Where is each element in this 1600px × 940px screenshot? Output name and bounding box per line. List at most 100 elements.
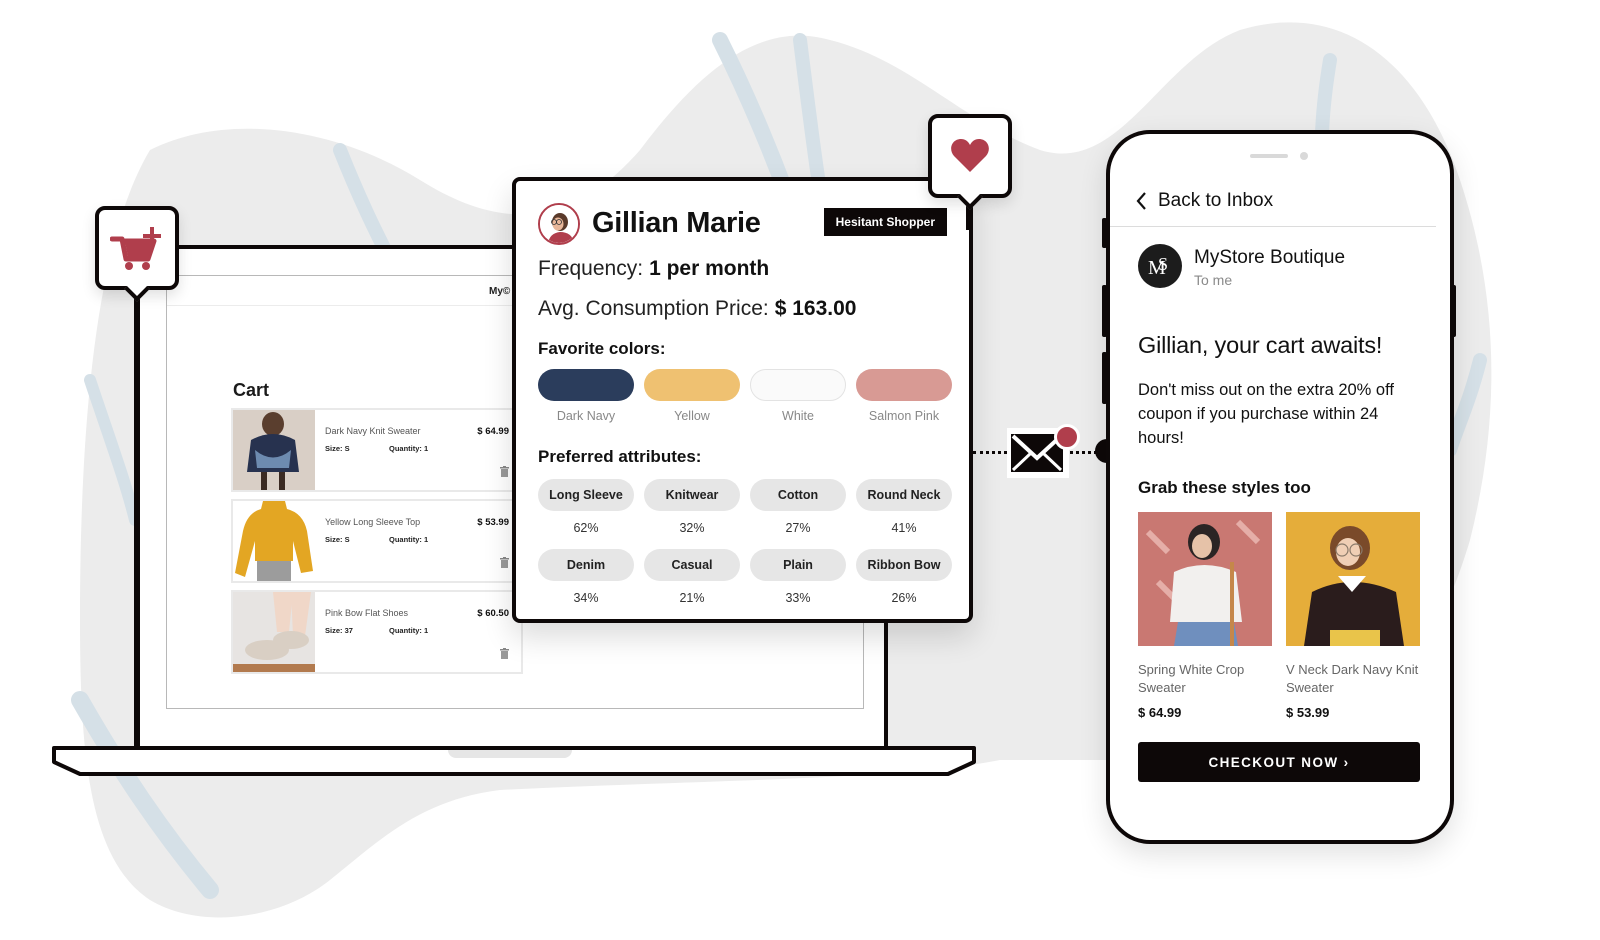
- product-price: $ 64.99: [1138, 705, 1182, 720]
- recommendations-title: Grab these styles too: [1138, 478, 1311, 497]
- attribute-chip: Plain: [750, 549, 846, 581]
- cart-list: Dark Navy Knit Sweater Size: S Quantity:…: [231, 408, 523, 681]
- phone-side-button: [1102, 285, 1107, 337]
- attribute-item: Knitwear 32%: [644, 479, 740, 535]
- trash-icon[interactable]: [500, 648, 509, 659]
- back-label: Back to Inbox: [1158, 190, 1274, 211]
- swatch-fill: [538, 369, 634, 401]
- divider: [1110, 226, 1436, 227]
- attribute-percent: 27%: [785, 521, 811, 535]
- yellow-top-photo: [233, 501, 315, 581]
- cart-item-name[interactable]: Dark Navy Knit Sweater: [325, 426, 421, 436]
- attribute-percent: 34%: [573, 591, 599, 605]
- cart-item-quantity: Quantity: 1: [389, 626, 429, 635]
- frequency-stat: Frequency: 1 per month: [538, 257, 769, 281]
- avg-price-value: $ 163.00: [774, 297, 857, 320]
- frequency-value: 1 per month: [649, 257, 770, 280]
- cart-item: Pink Bow Flat Shoes Size: 37 Quantity: 1…: [231, 590, 523, 674]
- color-swatch-white: White: [750, 369, 846, 423]
- phone-camera: [1300, 152, 1308, 160]
- color-swatch-salmon-pink: Salmon Pink: [856, 369, 952, 423]
- persona-badge: Hesitant Shopper: [823, 208, 947, 236]
- cart-item-quantity: Quantity: 1: [389, 535, 429, 544]
- recipient-label: To me: [1194, 272, 1233, 288]
- attribute-item: Long Sleeve 62%: [538, 479, 634, 535]
- avg-price-stat: Avg. Consumption Price: $ 163.00: [538, 297, 856, 321]
- product-card[interactable]: V Neck Dark Navy Knit Sweater $ 53.99: [1286, 512, 1420, 720]
- notification-badge: [1054, 424, 1080, 450]
- svg-text:S: S: [1158, 254, 1168, 274]
- recommendations: Spring White Crop Sweater $ 64.99 V Neck…: [1138, 512, 1422, 720]
- heart-icon: [951, 139, 989, 172]
- phone-email-view: Back to Inbox M S MyStore Boutique To me…: [1106, 130, 1454, 844]
- laptop-notch: [448, 750, 572, 758]
- cart-item: Yellow Long Sleeve Top Size: S Quantity:…: [231, 499, 523, 583]
- attribute-chip: Round Neck: [856, 479, 952, 511]
- cart-plus-icon: [110, 227, 161, 270]
- phone-power-button: [1451, 285, 1456, 337]
- email-body: Don't miss out on the extra 20% off coup…: [1138, 381, 1394, 447]
- attribute-percent: 62%: [573, 521, 599, 535]
- attribute-item: Ribbon Bow 26%: [856, 549, 952, 605]
- preferred-attributes: Long Sleeve 62% Knitwear 32% Cotton 27% Rou…: [538, 479, 952, 605]
- phone-side-button: [1102, 218, 1107, 248]
- attribute-item: Cotton 27%: [750, 479, 846, 535]
- product-price: $ 53.99: [1286, 705, 1330, 720]
- cart-title: Cart: [233, 380, 270, 400]
- favorite-colors-title: Favorite colors:: [538, 339, 666, 358]
- attribute-percent: 41%: [891, 521, 917, 535]
- pink-shoes-photo: [233, 592, 315, 672]
- attribute-chip: Ribbon Bow: [856, 549, 952, 581]
- attribute-item: Denim 34%: [538, 549, 634, 605]
- navy-knit-sweater-photo: [1286, 512, 1420, 646]
- swatch-fill: [644, 369, 740, 401]
- swatch-label: Yellow: [674, 409, 710, 423]
- cart-pin-line: [134, 290, 138, 750]
- swatch-label: Salmon Pink: [868, 409, 940, 423]
- store-logo[interactable]: My©: [489, 286, 510, 297]
- trash-icon[interactable]: [500, 466, 509, 477]
- favorite-colors: Dark Navy Yellow White Salmon Pink: [538, 369, 952, 423]
- cart-item-size: Size: 37: [325, 626, 353, 635]
- product-card[interactable]: Spring White Crop Sweater $ 64.99: [1138, 512, 1272, 720]
- store-monogram-icon: M S: [1148, 254, 1168, 279]
- product-name[interactable]: Spring White Crop Sweater: [1138, 661, 1272, 697]
- avg-price-label: Avg. Consumption Price:: [538, 297, 769, 320]
- attribute-percent: 32%: [679, 521, 705, 535]
- avatar: [538, 203, 580, 245]
- trash-icon[interactable]: [500, 557, 509, 568]
- phone-speaker: [1250, 154, 1288, 158]
- frequency-label: Frequency:: [538, 257, 644, 280]
- cart-item-name[interactable]: Yellow Long Sleeve Top: [325, 517, 420, 527]
- attribute-percent: 21%: [679, 591, 705, 605]
- attribute-chip: Long Sleeve: [538, 479, 634, 511]
- attribute-percent: 26%: [891, 591, 917, 605]
- sender-avatar: M S: [1138, 244, 1182, 288]
- chevron-left-icon: [1136, 192, 1146, 210]
- color-swatch-dark-navy: Dark Navy: [538, 369, 634, 423]
- cart-item-name[interactable]: Pink Bow Flat Shoes: [325, 608, 408, 618]
- navy-sweater-photo: [233, 410, 315, 490]
- color-swatch-yellow: Yellow: [644, 369, 740, 423]
- phone-side-button: [1102, 352, 1107, 404]
- swatch-label: White: [782, 409, 814, 423]
- cart-item-size: Size: S: [325, 535, 350, 544]
- swatch-fill: [856, 369, 952, 401]
- sender-name: MyStore Boutique: [1194, 247, 1346, 268]
- white-crop-sweater-photo: [1138, 512, 1272, 646]
- attribute-item: Plain 33%: [750, 549, 846, 605]
- preferred-attributes-title: Preferred attributes:: [538, 447, 702, 466]
- cart-item: Dark Navy Knit Sweater Size: S Quantity:…: [231, 408, 523, 492]
- swatch-fill: [750, 369, 846, 401]
- checkout-now-button[interactable]: CHECKOUT NOW ›: [1138, 742, 1420, 782]
- back-to-inbox-link[interactable]: Back to Inbox: [1136, 190, 1273, 212]
- attribute-chip: Casual: [644, 549, 740, 581]
- cart-item-price: $ 60.50: [477, 608, 509, 619]
- attribute-percent: 33%: [785, 591, 811, 605]
- cart-item-quantity: Quantity: 1: [389, 444, 429, 453]
- cart-item-price: $ 53.99: [477, 517, 509, 528]
- customer-name: Gillian Marie: [592, 207, 761, 239]
- attribute-item: Round Neck 41%: [856, 479, 952, 535]
- attribute-chip: Knitwear: [644, 479, 740, 511]
- product-name[interactable]: V Neck Dark Navy Knit Sweater: [1286, 661, 1420, 697]
